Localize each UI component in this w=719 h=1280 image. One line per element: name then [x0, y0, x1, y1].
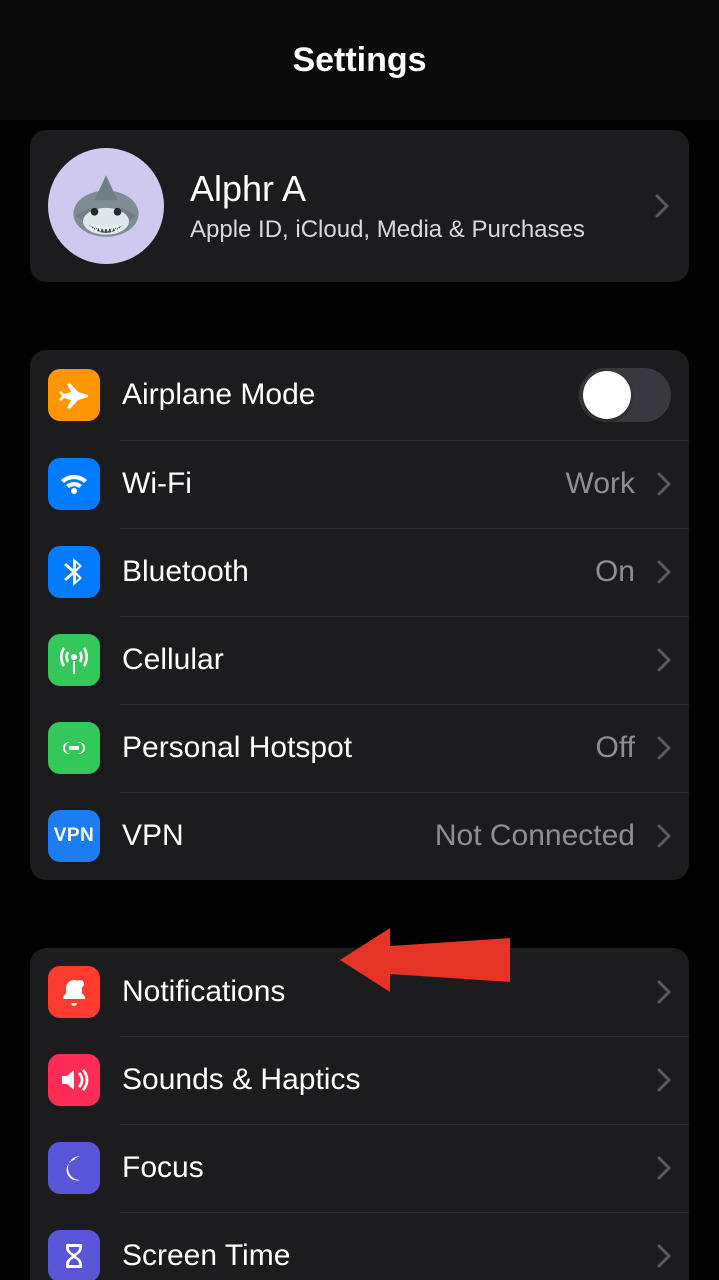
notifications-row[interactable]: Notifications — [30, 948, 689, 1036]
chevron-right-icon — [657, 648, 671, 672]
notifications-label: Notifications — [122, 975, 649, 1009]
airplane-label: Airplane Mode — [122, 378, 579, 412]
wifi-label: Wi-Fi — [122, 467, 566, 501]
hourglass-icon — [48, 1230, 100, 1280]
vpn-value: Not Connected — [435, 819, 635, 853]
sounds-row[interactable]: Sounds & Haptics — [30, 1036, 689, 1124]
chevron-right-icon — [657, 824, 671, 848]
vpn-badge-text: VPN — [54, 825, 95, 847]
bluetooth-icon — [48, 546, 100, 598]
wifi-row[interactable]: Wi-Fi Work — [30, 440, 689, 528]
vpn-row[interactable]: VPN VPN Not Connected — [30, 792, 689, 880]
avatar — [48, 148, 164, 264]
chevron-right-icon — [657, 560, 671, 584]
profile-name: Alphr A — [190, 168, 647, 210]
toggle-knob — [583, 371, 631, 419]
cellular-label: Cellular — [122, 643, 649, 677]
chevron-right-icon — [657, 980, 671, 1004]
screentime-row[interactable]: Screen Time — [30, 1212, 689, 1280]
speaker-icon — [48, 1054, 100, 1106]
shark-avatar-icon — [58, 158, 154, 254]
profile-text: Alphr A Apple ID, iCloud, Media & Purcha… — [190, 168, 647, 244]
airplane-mode-row[interactable]: Airplane Mode — [30, 350, 689, 440]
network-group: Airplane Mode Wi-Fi Work Bluetooth On — [30, 350, 689, 880]
profile-group: Alphr A Apple ID, iCloud, Media & Purcha… — [30, 130, 689, 282]
bell-icon — [48, 966, 100, 1018]
airplane-icon — [48, 369, 100, 421]
hotspot-label: Personal Hotspot — [122, 731, 596, 765]
apple-id-row[interactable]: Alphr A Apple ID, iCloud, Media & Purcha… — [30, 130, 689, 282]
wifi-icon — [48, 458, 100, 510]
airplane-toggle[interactable] — [579, 368, 671, 422]
cellular-icon — [48, 634, 100, 686]
sounds-label: Sounds & Haptics — [122, 1063, 649, 1097]
chevron-right-icon — [657, 736, 671, 760]
profile-subtitle: Apple ID, iCloud, Media & Purchases — [190, 216, 647, 244]
focus-label: Focus — [122, 1151, 649, 1185]
hotspot-row[interactable]: Personal Hotspot Off — [30, 704, 689, 792]
chevron-right-icon — [655, 194, 669, 218]
cellular-row[interactable]: Cellular — [30, 616, 689, 704]
bluetooth-value: On — [595, 555, 635, 589]
chevron-right-icon — [657, 1244, 671, 1268]
page-title: Settings — [292, 41, 426, 80]
focus-row[interactable]: Focus — [30, 1124, 689, 1212]
hotspot-value: Off — [596, 731, 635, 765]
header: Settings — [0, 0, 719, 120]
vpn-label: VPN — [122, 819, 435, 853]
chevron-right-icon — [657, 1156, 671, 1180]
moon-icon — [48, 1142, 100, 1194]
vpn-icon: VPN — [48, 810, 100, 862]
wifi-value: Work — [566, 467, 635, 501]
chevron-right-icon — [657, 1068, 671, 1092]
chevron-right-icon — [657, 472, 671, 496]
bluetooth-label: Bluetooth — [122, 555, 595, 589]
general-group: Notifications Sounds & Haptics Focus Scr… — [30, 948, 689, 1280]
screentime-label: Screen Time — [122, 1239, 649, 1273]
bluetooth-row[interactable]: Bluetooth On — [30, 528, 689, 616]
hotspot-icon — [48, 722, 100, 774]
